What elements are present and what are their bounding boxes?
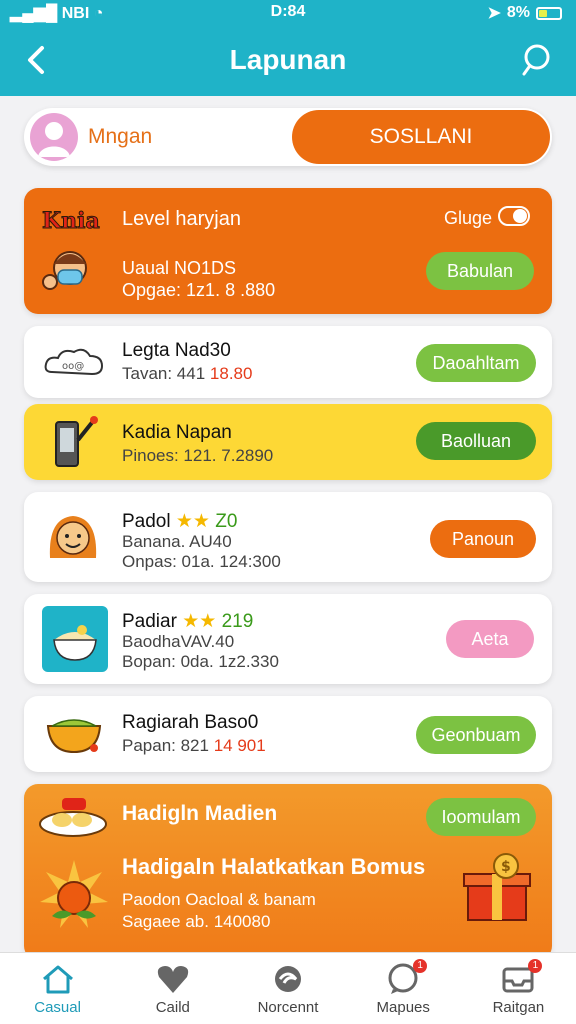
girl-icon bbox=[49, 516, 97, 558]
swirl-icon bbox=[275, 966, 301, 992]
food-plate-icon bbox=[39, 798, 107, 837]
segment-left-tab[interactable]: Mngan bbox=[88, 125, 152, 149]
dessert-icon bbox=[42, 606, 108, 672]
item-action-button[interactable]: Baolluan bbox=[416, 422, 536, 460]
star-icon: ★★ bbox=[182, 611, 217, 632]
list-item[interactable]: Ragiarah Baso0 Papan: 821 14 901 Geonbua… bbox=[24, 696, 552, 772]
level-toggle[interactable] bbox=[498, 206, 530, 226]
item-name: Padiar ★★ 219 bbox=[122, 611, 254, 632]
item-name: Kadia Napan bbox=[122, 422, 232, 443]
list-item[interactable]: Kadia Napan Pinoes: 121. 7.2890 Baolluan bbox=[24, 404, 552, 480]
nav-item-norcennt[interactable]: Norcennt bbox=[230, 953, 345, 1024]
notification-badge: 1 bbox=[528, 959, 543, 973]
status-bar: ▂▄▆█ NBI ◔ D:84 ➤ 8% bbox=[0, 0, 576, 26]
brand-logo: Knia bbox=[42, 208, 101, 235]
nav-label: Mapues bbox=[376, 999, 430, 1016]
gift-coin-icon: $ bbox=[463, 853, 531, 921]
user-icon bbox=[38, 122, 70, 157]
item-action-button[interactable]: Geonbuam bbox=[416, 716, 536, 754]
battery-text: 8% bbox=[506, 4, 530, 21]
toggle-label: Gluge bbox=[443, 208, 492, 228]
item-detail-2: Bopan: 0da. 1z2.330 bbox=[122, 652, 279, 671]
level-action-button[interactable]: Babulan bbox=[426, 252, 534, 290]
nav-label: Norcennt bbox=[257, 999, 319, 1016]
heart-icon bbox=[157, 966, 188, 993]
device-icon bbox=[55, 416, 98, 467]
location-icon: ➤ bbox=[487, 5, 501, 22]
item-detail: Banana. AU40 bbox=[122, 532, 232, 551]
home-icon bbox=[42, 965, 73, 994]
nav-item-raitgan[interactable]: 1 Raitgan bbox=[461, 953, 576, 1024]
svg-text:$: $ bbox=[501, 859, 511, 875]
fruit-sunburst-icon bbox=[40, 860, 108, 928]
item-name: Ragiarah Baso0 bbox=[122, 712, 259, 733]
bonus-line-1: Paodon Oacloal & banam bbox=[122, 890, 316, 909]
bonus-headline: Hadigaln Halatkatkan Bomus bbox=[122, 854, 426, 879]
level-title: Level haryjan bbox=[122, 208, 241, 230]
item-detail-2: Onpas: 01a. 124:300 bbox=[122, 552, 281, 571]
item-detail: Papan: 821 14 901 bbox=[122, 736, 266, 755]
item-name: Padol ★★ Z0 bbox=[122, 511, 238, 532]
cloud-icon: oo@ bbox=[44, 348, 104, 376]
star-icon: ★★ bbox=[175, 511, 210, 532]
nav-item-caild[interactable]: Caild bbox=[115, 953, 230, 1024]
search-icon[interactable] bbox=[518, 40, 558, 80]
nav-item-casual[interactable]: Casual bbox=[0, 953, 115, 1024]
level-card: Knia Level haryjan Gluge Uaual NO1DS Opg… bbox=[24, 188, 552, 314]
list-item[interactable]: oo@ Legta Nad30 Tavan: 441 18.80 Daoahlt… bbox=[24, 326, 552, 398]
level-line-1: Uaual NO1DS bbox=[122, 258, 237, 278]
level-line-2: Opgae: 1z1. 8 .880 bbox=[122, 280, 276, 300]
bonus-card: Hadigln Madien Ioomulam Hadigaln Halatka… bbox=[24, 784, 552, 960]
nav-item-mapues[interactable]: 1 Mapues bbox=[346, 953, 461, 1024]
bonus-title: Hadigln Madien bbox=[122, 802, 278, 825]
bonus-action-button[interactable]: Ioomulam bbox=[426, 798, 536, 836]
battery-icon bbox=[536, 6, 562, 20]
item-action-button[interactable]: Aeta bbox=[446, 620, 534, 658]
bottom-nav: Casual Caild Norcennt 1 Mapues 1 Raitgan bbox=[0, 952, 576, 1024]
nav-label: Raitgan bbox=[492, 999, 545, 1016]
nav-label: Caild bbox=[155, 999, 190, 1016]
item-action-button[interactable]: Panoun bbox=[430, 520, 536, 558]
bonus-line-2: Sagaee ab. 140080 bbox=[122, 912, 271, 931]
mascot-icon bbox=[42, 251, 87, 290]
app-bar: Lapunan bbox=[0, 26, 576, 96]
inbox-icon: 1 bbox=[500, 959, 543, 995]
item-action-button[interactable]: Daoahltam bbox=[416, 344, 536, 382]
list-item[interactable]: Padiar ★★ 219 BaodhaVAV.40 Bopan: 0da. 1… bbox=[24, 594, 552, 684]
item-name: Legta Nad30 bbox=[122, 340, 231, 361]
item-detail: BaodhaVAV.40 bbox=[122, 632, 235, 651]
list-item[interactable]: Padol ★★ Z0 Banana. AU40 Onpas: 01a. 124… bbox=[24, 492, 552, 582]
svg-text:oo@: oo@ bbox=[62, 361, 84, 372]
nav-label: Casual bbox=[34, 999, 81, 1016]
chat-icon: 1 bbox=[385, 959, 428, 995]
notification-badge: 1 bbox=[413, 959, 428, 973]
bowl-icon bbox=[46, 719, 102, 754]
avatar[interactable] bbox=[30, 113, 78, 161]
item-detail: Pinoes: 121. 7.2890 bbox=[122, 446, 274, 465]
status-right: ➤ 8% bbox=[487, 3, 562, 23]
segment-right-tab[interactable]: SOSLLANI bbox=[292, 110, 550, 164]
segment-control: Mngan SOSLLANI bbox=[24, 108, 552, 166]
page-title: Lapunan bbox=[229, 44, 347, 75]
item-detail: Tavan: 441 18.80 bbox=[122, 364, 253, 383]
